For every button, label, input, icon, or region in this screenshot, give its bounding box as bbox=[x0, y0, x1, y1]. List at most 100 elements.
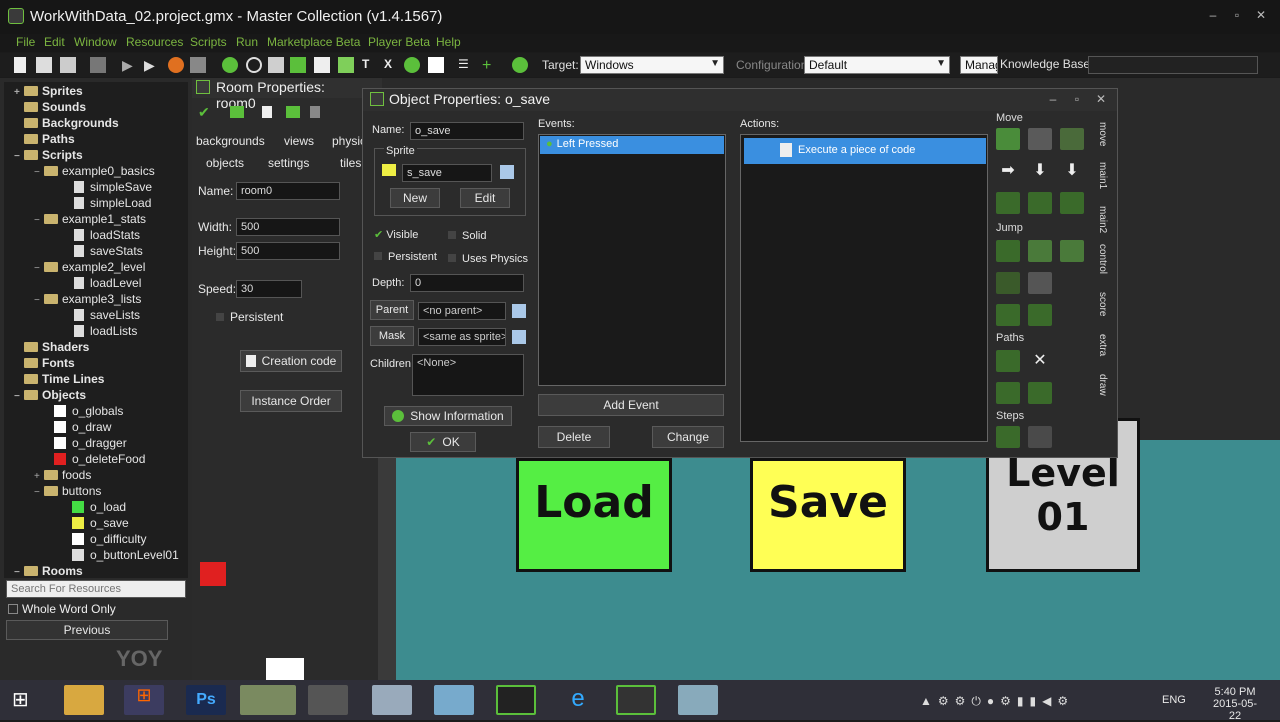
previous-button[interactable]: Previous bbox=[6, 620, 168, 640]
tree-item-buttons[interactable]: − buttons bbox=[34, 484, 101, 498]
tab-views[interactable]: views bbox=[284, 134, 314, 148]
whole-word-checkbox[interactable]: Whole Word Only bbox=[8, 602, 116, 616]
sprite-menu-icon[interactable] bbox=[500, 165, 514, 179]
shader-icon[interactable] bbox=[338, 57, 354, 73]
expand-icon[interactable]: + bbox=[14, 87, 24, 98]
tree-item-o-dragger[interactable]: o_dragger bbox=[54, 436, 127, 450]
language-indicator[interactable]: ENG bbox=[1162, 694, 1186, 706]
path-speed-icon[interactable] bbox=[1028, 382, 1052, 404]
manage-button[interactable]: Manag bbox=[960, 56, 998, 74]
move-towards-icon[interactable] bbox=[1060, 128, 1084, 150]
jump-start-icon[interactable] bbox=[1028, 240, 1052, 262]
menu-file[interactable]: File bbox=[16, 35, 35, 49]
list-icon[interactable]: ☰ bbox=[458, 57, 474, 73]
tree-item-example1[interactable]: − example1_stats bbox=[34, 212, 146, 226]
set-path-icon[interactable] bbox=[996, 350, 1020, 372]
help-icon[interactable] bbox=[512, 57, 528, 73]
sprite-new-button[interactable]: New bbox=[390, 188, 440, 208]
file-explorer-icon[interactable] bbox=[64, 685, 104, 715]
jump-position-icon[interactable] bbox=[996, 240, 1020, 262]
menu-player[interactable]: Player Beta bbox=[368, 35, 430, 49]
undo-icon[interactable] bbox=[230, 106, 244, 118]
persistent-checkbox[interactable]: Persistent bbox=[374, 251, 437, 263]
minimize-icon[interactable]: – bbox=[1206, 8, 1220, 22]
tree-item-loadlists[interactable]: loadLists bbox=[74, 324, 137, 338]
tab-tiles[interactable]: tiles bbox=[340, 156, 361, 170]
room-name-field[interactable]: room0 bbox=[236, 182, 340, 200]
move-free-icon[interactable] bbox=[1028, 128, 1052, 150]
new-project-icon[interactable] bbox=[14, 57, 26, 73]
deletefood-instance[interactable] bbox=[200, 562, 226, 586]
gamemaker-taskbar-icon[interactable] bbox=[496, 685, 536, 715]
bounce-icon[interactable] bbox=[1028, 304, 1052, 326]
load-button-instance[interactable]: Load bbox=[516, 458, 672, 572]
room-width-field[interactable]: 500 bbox=[236, 218, 340, 236]
path-icon[interactable] bbox=[290, 57, 306, 73]
debug-icon[interactable]: ▶ bbox=[144, 57, 160, 73]
menu-window[interactable]: Window bbox=[74, 35, 117, 49]
canvas-scrollbar[interactable] bbox=[378, 440, 396, 680]
solid-checkbox[interactable]: Solid bbox=[448, 230, 486, 242]
tree-item-o-save[interactable]: o_save bbox=[72, 516, 129, 530]
action-execute-code[interactable]: Execute a piece of code bbox=[744, 138, 986, 164]
tree-item-example3[interactable]: − example3_lists bbox=[34, 292, 141, 306]
gamemaker-active-icon[interactable] bbox=[616, 685, 656, 715]
lock-icon[interactable] bbox=[310, 106, 320, 118]
maximize-icon[interactable]: ▫ bbox=[1230, 8, 1244, 22]
friction-icon[interactable] bbox=[1060, 192, 1084, 214]
sprite-field[interactable]: s_save bbox=[402, 164, 492, 182]
speed-vertical-icon[interactable]: ⬇ bbox=[1028, 160, 1052, 182]
tab-settings[interactable]: settings bbox=[268, 156, 309, 170]
tree-item-sprites[interactable]: + Sprites bbox=[14, 84, 83, 98]
menu-help[interactable]: Help bbox=[436, 35, 461, 49]
add-icon[interactable]: + bbox=[482, 57, 498, 74]
tree-item-simplesave[interactable]: simpleSave bbox=[74, 180, 152, 194]
reverse-horizontal-icon[interactable] bbox=[996, 192, 1020, 214]
step-avoid-icon[interactable] bbox=[1028, 426, 1052, 448]
room-speed-field[interactable]: 30 bbox=[236, 280, 302, 298]
instance-order-button[interactable]: Instance Order bbox=[240, 390, 342, 412]
publish-icon[interactable] bbox=[90, 57, 106, 73]
clean-icon[interactable] bbox=[190, 57, 206, 73]
internet-explorer-icon[interactable]: e bbox=[558, 685, 598, 715]
tree-item-scripts[interactable]: − Scripts bbox=[14, 148, 83, 162]
tree-item-foods[interactable]: + foods bbox=[34, 468, 91, 482]
tree-item-o-deletefood[interactable]: o_deleteFood bbox=[54, 452, 145, 466]
speed-horizontal-icon[interactable]: ➡ bbox=[996, 160, 1020, 182]
camera-icon[interactable] bbox=[308, 685, 348, 715]
tree-item-objects[interactable]: − Objects bbox=[14, 388, 86, 402]
menu-run[interactable]: Run bbox=[236, 35, 258, 49]
tree-item-o-globals[interactable]: o_globals bbox=[54, 404, 123, 418]
wrap-screen-icon[interactable] bbox=[1028, 272, 1052, 294]
tree-item-backgrounds[interactable]: Backgrounds bbox=[14, 116, 119, 130]
move-fixed-icon[interactable] bbox=[996, 128, 1020, 150]
system-tray-icons[interactable]: ▲⚙⚙⏻●⚙▮▮◀⚙ bbox=[920, 694, 1110, 708]
delete-event-button[interactable]: Delete bbox=[538, 426, 610, 448]
close-icon[interactable]: ✕ bbox=[1254, 8, 1268, 22]
photoshop-icon[interactable]: Ps bbox=[186, 685, 226, 715]
menu-edit[interactable]: Edit bbox=[44, 35, 65, 49]
step-towards-icon[interactable] bbox=[996, 426, 1020, 448]
side-tab-control[interactable]: control bbox=[1097, 244, 1108, 274]
menu-resources[interactable]: Resources bbox=[126, 35, 183, 49]
background-icon[interactable] bbox=[268, 57, 284, 73]
tree-item-savestats[interactable]: saveStats bbox=[74, 244, 143, 258]
side-tab-extra[interactable]: extra bbox=[1097, 334, 1108, 356]
tree-item-o-draw[interactable]: o_draw bbox=[54, 420, 111, 434]
uses-physics-checkbox[interactable]: Uses Physics bbox=[448, 253, 528, 265]
jump-random-icon[interactable] bbox=[1060, 240, 1084, 262]
images-icon[interactable] bbox=[240, 685, 296, 715]
side-tab-main2[interactable]: main2 bbox=[1097, 206, 1108, 233]
mask-button[interactable]: Mask bbox=[370, 326, 414, 346]
menu-scripts[interactable]: Scripts bbox=[190, 35, 227, 49]
windows-start-icon[interactable]: ⊞ bbox=[12, 688, 36, 712]
actions-list[interactable] bbox=[740, 134, 988, 442]
tab-physics[interactable]: physic bbox=[332, 134, 362, 148]
collapse-icon[interactable]: − bbox=[14, 151, 24, 162]
menu-marketplace[interactable]: Marketplace Beta bbox=[267, 35, 360, 49]
children-list[interactable]: <None> bbox=[412, 354, 524, 396]
knowledge-base-input[interactable] bbox=[1088, 56, 1258, 74]
ok-button[interactable]: ✔ OK bbox=[410, 432, 476, 452]
calculator-icon[interactable] bbox=[372, 685, 412, 715]
tree-item-o-buttonlevel01[interactable]: o_buttonLevel01 bbox=[72, 548, 179, 562]
